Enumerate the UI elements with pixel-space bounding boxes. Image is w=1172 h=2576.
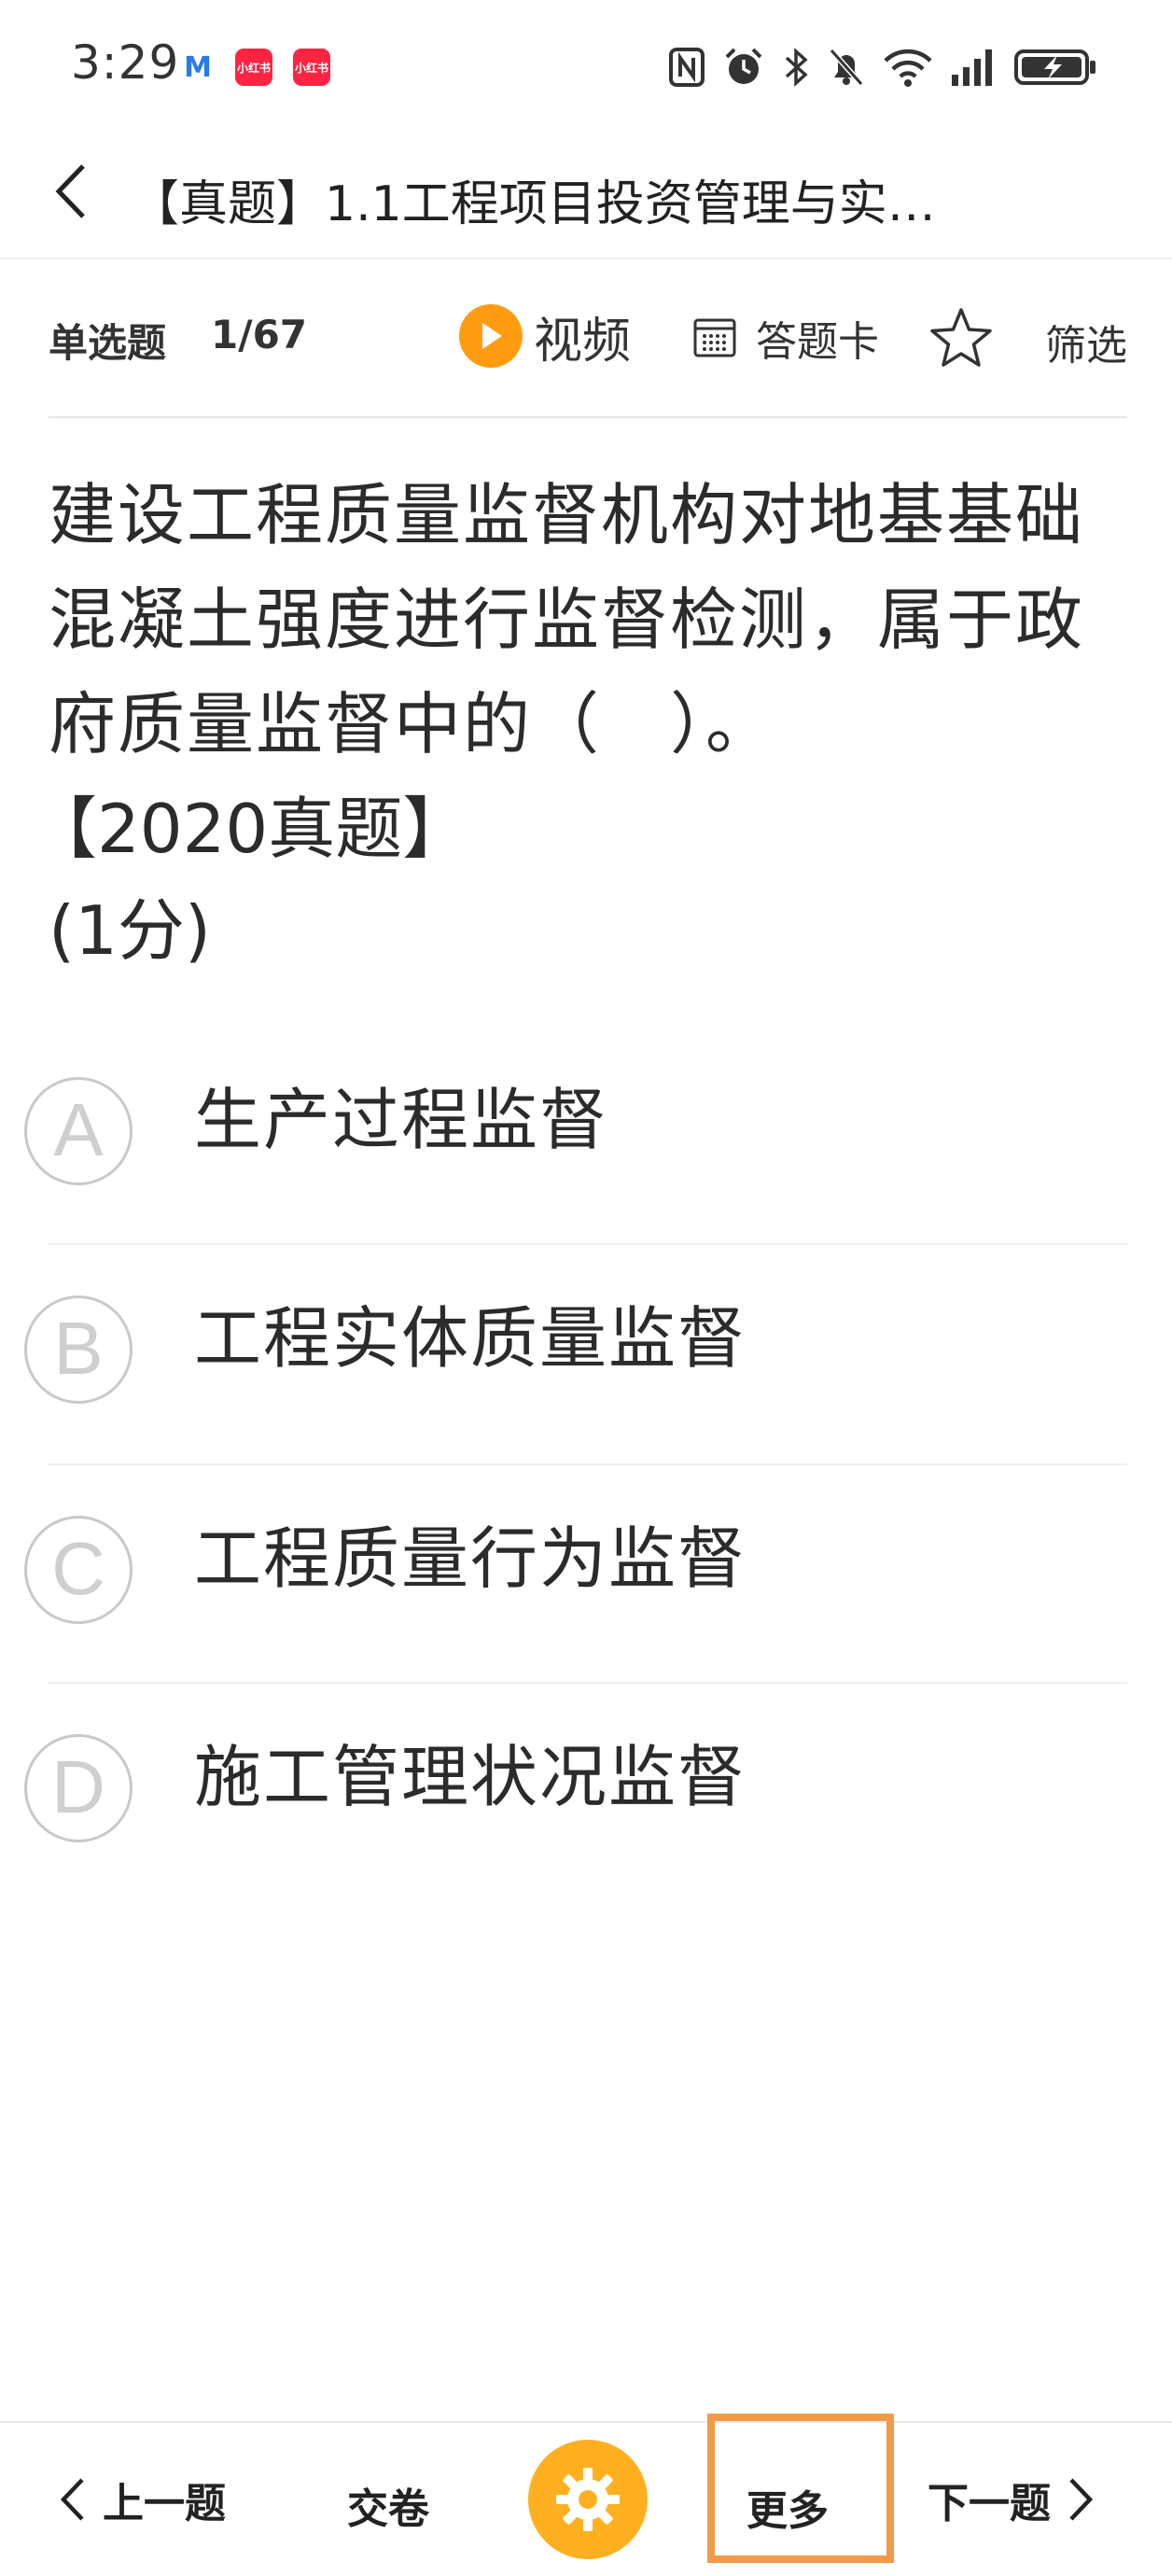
chevron-left-icon	[55, 164, 85, 218]
answer-card-label: 答题卡	[756, 318, 879, 366]
chevron-right-icon	[1069, 2478, 1094, 2521]
gear-icon	[556, 2468, 620, 2531]
nfc-icon	[669, 48, 705, 87]
header-bar: 【真题】1.1工程项目投资管理与实…	[0, 131, 1172, 259]
answer-card-button[interactable]: 答题卡	[692, 306, 879, 370]
option-c[interactable]: C 工程质量行为监督	[24, 1463, 1127, 1682]
battery-charging-icon	[1014, 49, 1095, 85]
back-button[interactable]	[37, 159, 103, 224]
option-letter-circle: D	[24, 1734, 133, 1842]
chevron-left-icon	[60, 2478, 84, 2521]
favorite-button[interactable]	[924, 301, 998, 375]
status-bar: 3:29 M 小红书 小红书	[0, 0, 1172, 131]
xiaohongshu-notification-icon: 小红书	[235, 49, 272, 86]
page: 3:29 M 小红书 小红书 【真题】1.1工程项目投资管理与实… 单选题 1/…	[0, 0, 1172, 2576]
option-text: 施工管理状况监督	[194, 1738, 747, 1816]
video-label: 视频	[534, 313, 632, 370]
prev-question-button[interactable]: 上一题	[58, 2466, 226, 2533]
answer-options: A 生产过程监督 B 工程实体质量监督 C 工程质量行为监督 D 施工管理状况监…	[0, 1027, 1172, 1900]
more-button[interactable]: 更多	[746, 2477, 829, 2537]
mute-bell-icon	[829, 49, 864, 86]
next-question-label: 下一题	[928, 2480, 1051, 2527]
status-icons	[668, 43, 1097, 91]
option-letter-circle: C	[24, 1516, 133, 1624]
prev-question-label: 上一题	[103, 2480, 226, 2527]
option-a[interactable]: A 生产过程监督	[0, 1027, 1172, 1245]
next-question-button[interactable]: 下一题	[928, 2466, 1095, 2533]
option-text: 工程实体质量监督	[194, 1299, 747, 1378]
star-icon	[930, 308, 992, 367]
option-text: 工程质量行为监督	[194, 1519, 747, 1598]
filter-button[interactable]: 筛选	[1045, 312, 1127, 371]
settings-button[interactable]	[528, 2440, 648, 2559]
bottom-nav-bar: 上一题 交卷 更多 下一题	[0, 2414, 1172, 2576]
option-letter-circle: A	[24, 1077, 133, 1185]
signal-icon	[952, 49, 992, 86]
wifi-icon	[884, 49, 932, 87]
option-text: 生产过程监督	[194, 1081, 609, 1159]
submit-exam-button[interactable]: 交卷	[347, 2475, 429, 2535]
question-text: 建设工程质量监督机构对地基基础混凝土强度进行监督检测，属于政府质量监督中的（ ）…	[49, 476, 1085, 763]
page-title: 【真题】1.1工程项目投资管理与实…	[131, 176, 936, 232]
option-b[interactable]: B 工程实体质量监督	[24, 1245, 1127, 1463]
question-index: 1/67	[211, 312, 308, 357]
question-toolbar: 单选题 1/67 视频 答题卡 筛选	[49, 259, 1127, 418]
option-d[interactable]: D 施工管理状况监督	[24, 1682, 1127, 1900]
video-button[interactable]: 视频	[459, 299, 631, 373]
question-source: 【2020真题】	[30, 790, 470, 868]
play-icon	[459, 304, 523, 368]
alarm-icon	[725, 48, 762, 84]
status-time: 3:29	[71, 35, 180, 90]
answer-card-icon	[693, 318, 736, 357]
question-block: 建设工程质量监督机构对地基基础混凝土强度进行监督检测，属于政府质量监督中的（ ）…	[30, 463, 1127, 980]
question-score: (1分)	[49, 891, 211, 970]
more-button-highlight[interactable]: 更多	[707, 2414, 894, 2563]
option-letter-circle: B	[24, 1295, 133, 1404]
app-notification-icon: M	[184, 50, 212, 84]
xiaohongshu-notification-icon: 小红书	[293, 49, 330, 86]
question-type-label: 单选题	[49, 320, 167, 366]
bluetooth-icon	[785, 48, 808, 87]
